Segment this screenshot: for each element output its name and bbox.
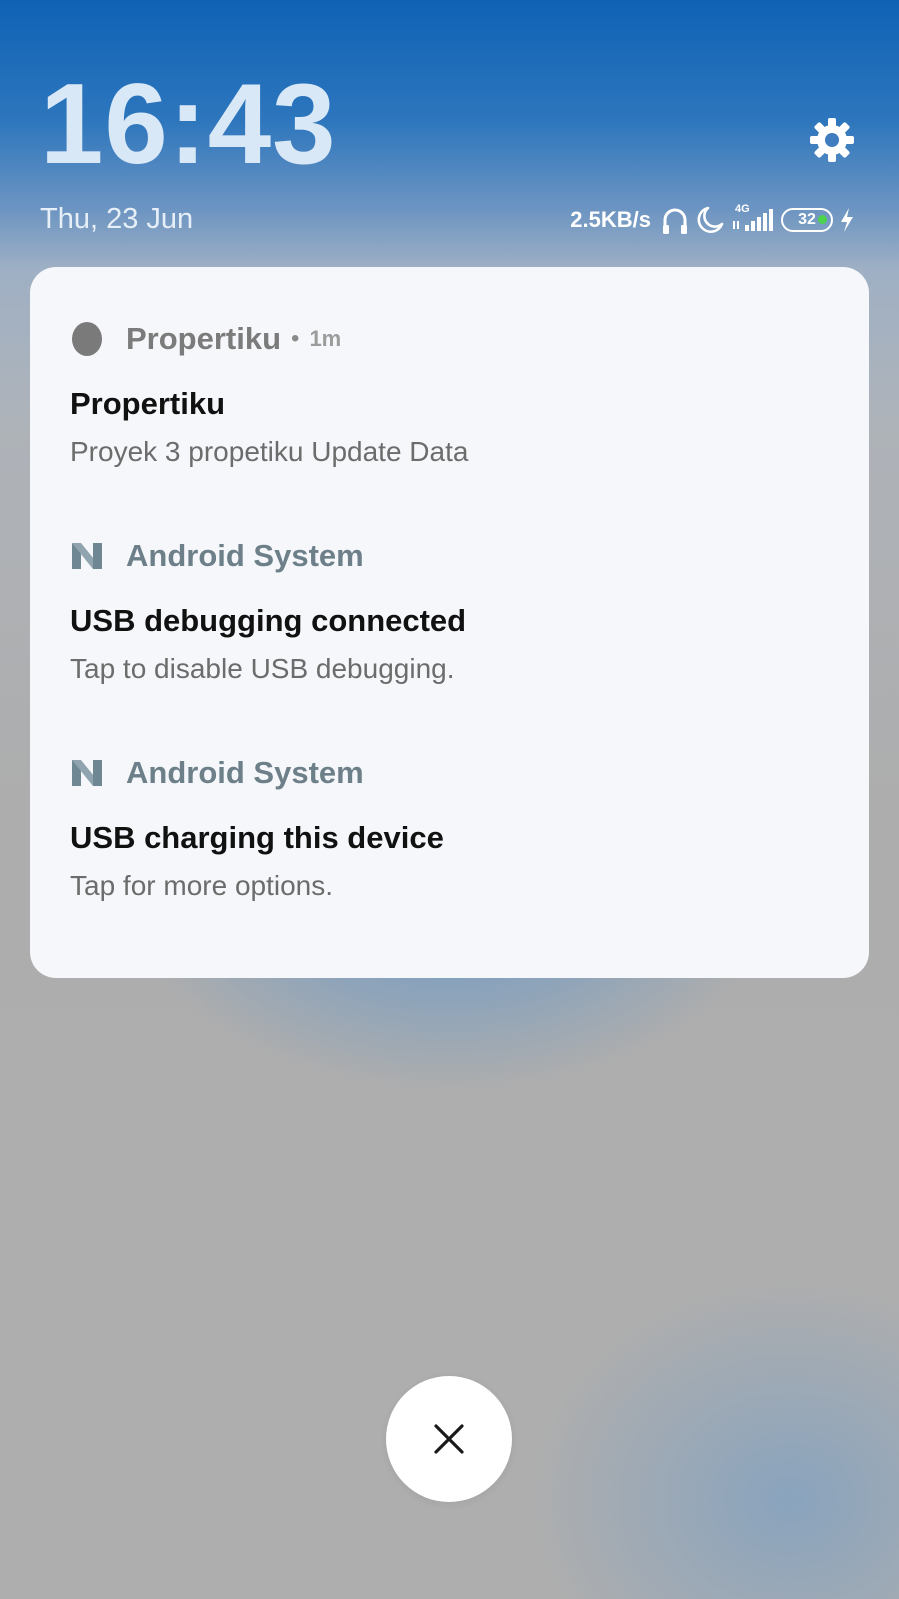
battery-charge-indicator [818, 215, 827, 224]
notification-title: USB debugging connected [70, 603, 467, 638]
clear-notifications-button[interactable] [386, 1376, 512, 1502]
notification-card: Propertiku • 1m Propertiku Proyek 3 prop… [30, 267, 869, 978]
android-n-icon [72, 543, 102, 569]
signal-4g: 4G [731, 203, 775, 235]
notification-body: Proyek 3 propetiku Update Data [70, 436, 469, 467]
battery-icon: 32 [781, 208, 833, 232]
notification-body: Tap for more options. [70, 870, 334, 901]
app-name: Propertiku [126, 321, 282, 356]
notification-body: Tap to disable USB debugging. [70, 653, 455, 684]
app-name: Android System [126, 755, 364, 790]
headphones-icon [663, 208, 687, 234]
notification-header: Android System [70, 534, 839, 578]
notification-item[interactable]: Propertiku • 1m Propertiku Proyek 3 prop… [70, 317, 839, 469]
close-icon [434, 1424, 464, 1454]
battery-level: 32 [798, 211, 816, 228]
notification-time: 1m [309, 326, 342, 351]
charging-icon [841, 208, 853, 232]
lockscreen-header: 16:43 Thu, 23 Jun 2.5KB/s 4G 32 [0, 0, 899, 260]
notification-title: USB charging this device [70, 820, 444, 855]
gear-icon[interactable] [808, 116, 856, 164]
notification-header: Android System [70, 751, 839, 795]
notification-header: Propertiku • 1m [70, 317, 839, 361]
status-bar: 2.5KB/s 4G 32 [570, 203, 855, 237]
clock: 16:43 [40, 61, 337, 188]
moon-icon [697, 206, 724, 233]
signal-icon [733, 209, 773, 231]
app-icon [72, 322, 102, 356]
notification-title: Propertiku [70, 386, 226, 421]
net-speed: 2.5KB/s [570, 207, 651, 232]
notification-item[interactable]: Android System USB charging this device … [70, 751, 839, 903]
notification-item[interactable]: Android System USB debugging connected T… [70, 534, 839, 686]
separator-dot: • [291, 325, 300, 352]
android-n-icon [72, 760, 102, 786]
date: Thu, 23 Jun [40, 203, 194, 235]
app-name: Android System [126, 538, 364, 573]
